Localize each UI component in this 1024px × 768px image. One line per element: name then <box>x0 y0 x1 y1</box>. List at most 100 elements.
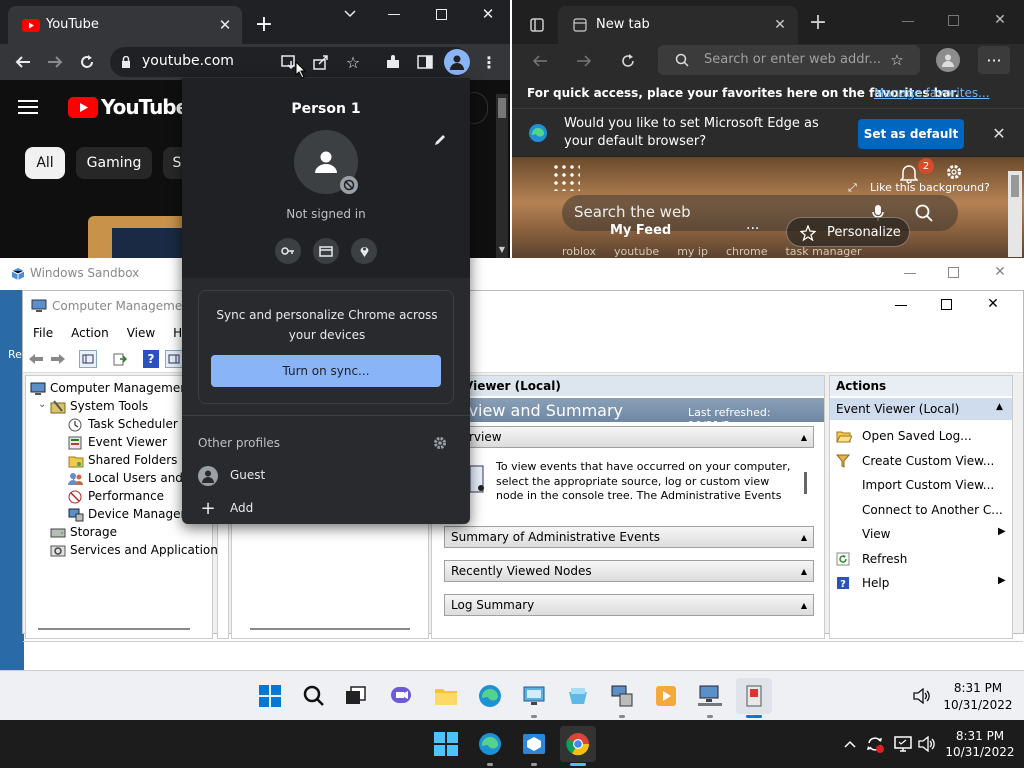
toolbar-forward-icon[interactable] <box>49 350 67 368</box>
middle-h-scrollbar[interactable] <box>250 628 410 630</box>
edge-scrollbar[interactable] <box>1008 171 1022 257</box>
menu-file[interactable]: File <box>33 326 53 340</box>
active-app-icon[interactable] <box>736 678 772 714</box>
quick-link-roblox[interactable]: roblox <box>562 245 596 258</box>
sync-status-icon[interactable] <box>864 734 886 754</box>
chip-gaming[interactable]: Gaming <box>76 147 152 179</box>
actions-group-header[interactable]: Event Viewer (Local) ▲ <box>830 398 1012 420</box>
menu-action[interactable]: Action <box>71 326 109 340</box>
file-explorer-icon[interactable] <box>428 678 464 714</box>
action-item[interactable]: ? Help ▶ <box>830 571 1012 595</box>
close-tab-icon[interactable]: ✕ <box>216 16 234 34</box>
start-button-icon[interactable] <box>428 726 464 762</box>
action-item[interactable]: Connect to Another C... <box>830 498 1012 522</box>
cm-minimize-icon[interactable] <box>895 305 907 306</box>
guest-profile-row[interactable]: Guest <box>182 464 470 488</box>
chat-icon[interactable] <box>384 678 420 714</box>
youtube-logo-icon[interactable] <box>68 97 98 118</box>
menu-view[interactable]: View <box>127 326 155 340</box>
feed-more-icon[interactable]: ··· <box>746 221 759 237</box>
personalize-button[interactable]: Personalize <box>786 217 910 247</box>
maximize-icon[interactable] <box>948 15 959 26</box>
new-tab-button[interactable]: + <box>254 12 274 37</box>
sandbox-clock-time[interactable]: 8:31 PM <box>948 681 1008 695</box>
show-hidden-icons-icon[interactable] <box>842 736 858 752</box>
volume-icon[interactable] <box>912 687 932 705</box>
add-profile-row[interactable]: + Add <box>182 496 470 520</box>
ev-overview-section[interactable]: rview ▲ <box>444 426 814 448</box>
maximize-icon[interactable] <box>436 9 447 20</box>
edge-tab-newtab[interactable]: New tab ✕ <box>558 6 798 44</box>
quick-link-chrome[interactable]: chrome <box>726 245 768 258</box>
action-item[interactable]: Import Custom View... <box>830 473 1012 497</box>
start-button-icon[interactable] <box>252 678 288 714</box>
reload-icon[interactable] <box>76 51 98 73</box>
add-favorite-icon[interactable]: ☆ <box>888 51 906 69</box>
profile-avatar-button[interactable] <box>444 49 470 75</box>
ev-section-summary[interactable]: Summary of Administrative Events ▲ <box>444 526 814 548</box>
settings-more-icon[interactable]: ··· <box>978 46 1010 74</box>
chrome-taskbar-icon[interactable] <box>560 726 596 762</box>
chrome-tab-youtube[interactable]: YouTube ✕ <box>8 6 242 46</box>
collapse-chevron-icon[interactable]: ⌄ <box>38 399 46 410</box>
network-computer-icon[interactable] <box>692 678 728 714</box>
addresses-icon[interactable] <box>351 238 377 264</box>
hamburger-menu-icon[interactable] <box>18 100 38 114</box>
forward-icon[interactable] <box>574 51 594 71</box>
action-item[interactable]: View ▶ <box>830 522 1012 546</box>
passwords-icon[interactable] <box>275 238 301 264</box>
close-window-icon[interactable]: ✕ <box>992 264 1008 280</box>
cm-maximize-icon[interactable] <box>941 299 952 310</box>
minimize-icon[interactable] <box>388 14 400 15</box>
edge-taskbar-icon[interactable] <box>472 678 508 714</box>
close-window-icon[interactable]: ✕ <box>992 12 1008 28</box>
task-view-icon[interactable] <box>338 678 374 714</box>
media-player-icon[interactable] <box>648 678 684 714</box>
tab-search-icon[interactable] <box>342 6 358 22</box>
share-icon[interactable] <box>312 53 330 71</box>
overview-scroll-thumb[interactable] <box>804 472 807 494</box>
back-icon[interactable] <box>530 51 550 71</box>
remote-app-icon[interactable] <box>516 678 552 714</box>
forward-icon[interactable] <box>44 52 66 72</box>
edit-profile-icon[interactable] <box>432 132 448 148</box>
toolbar-export-icon[interactable] <box>111 350 129 368</box>
computer-management-taskbar-icon[interactable] <box>604 678 640 714</box>
search-icon[interactable] <box>914 203 934 223</box>
scrollbar[interactable]: ▼ <box>496 94 508 258</box>
chrome-menu-icon[interactable]: ⋮ <box>480 51 498 73</box>
toolbar-show-tree-icon[interactable] <box>79 350 97 368</box>
toolbar-back-icon[interactable] <box>27 350 45 368</box>
chip-all[interactable]: All <box>25 147 65 179</box>
app-icon-2[interactable] <box>560 678 596 714</box>
minimize-icon[interactable] <box>902 21 914 22</box>
volume-icon[interactable] <box>916 734 938 754</box>
manage-profiles-gear-icon[interactable] <box>432 435 448 451</box>
like-background-text[interactable]: Like this background? <box>870 181 990 194</box>
cm-close-icon[interactable]: ✕ <box>985 296 1001 312</box>
close-window-icon[interactable]: ✕ <box>480 5 496 23</box>
action-item[interactable]: Open Saved Log... <box>830 424 1012 448</box>
action-item[interactable]: Refresh <box>830 547 1012 571</box>
manage-favorites-link[interactable]: Manage favorites... <box>874 86 990 100</box>
workspaces-icon[interactable] <box>528 16 546 34</box>
bookmark-star-icon[interactable]: ☆ <box>344 53 362 72</box>
close-tab-icon[interactable]: ✕ <box>772 17 788 33</box>
host-clock-date[interactable]: 10/31/2022 <box>944 745 1016 759</box>
side-panel-icon[interactable] <box>414 51 436 73</box>
quick-link-task-manager[interactable]: task manager <box>785 245 861 258</box>
edge-taskbar-icon[interactable] <box>472 726 508 762</box>
tree-h-scrollbar[interactable] <box>38 628 190 630</box>
quick-link-myip[interactable]: my ip <box>677 245 708 258</box>
minimize-icon[interactable] <box>904 273 916 274</box>
back-icon[interactable] <box>12 52 34 72</box>
host-clock-time[interactable]: 8:31 PM <box>948 729 1012 743</box>
new-tab-button[interactable]: + <box>808 10 828 35</box>
page-settings-gear-icon[interactable] <box>944 161 964 183</box>
close-infobar-icon[interactable]: ✕ <box>990 124 1008 143</box>
display-icon[interactable] <box>892 734 914 754</box>
ev-section-recent[interactable]: Recently Viewed Nodes ▲ <box>444 560 814 582</box>
sandbox-clock-date[interactable]: 10/31/2022 <box>940 698 1016 712</box>
maximize-icon[interactable] <box>948 267 959 278</box>
profile-icon[interactable] <box>936 48 960 72</box>
